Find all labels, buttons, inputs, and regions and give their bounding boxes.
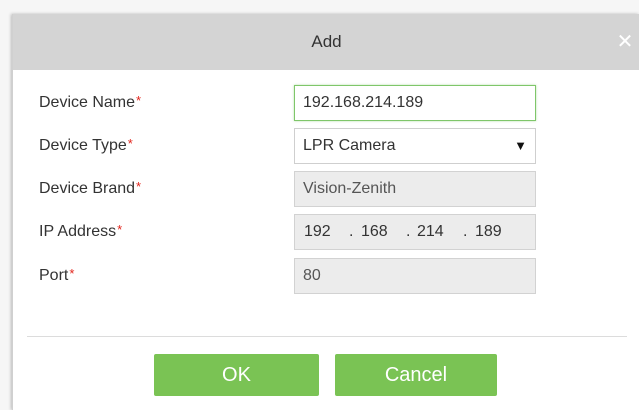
ip-separator: . xyxy=(349,223,354,240)
dialog-title: Add xyxy=(311,32,342,51)
device-name-label-text: Device Name xyxy=(39,94,136,111)
ip-address-field: 192 . 168 . 214 . 189 xyxy=(294,214,536,250)
required-marker: * xyxy=(69,266,75,281)
required-marker: * xyxy=(117,222,123,237)
ip-address-row: IP Address* 192 . 168 . 214 . 189 xyxy=(39,214,619,250)
required-marker: * xyxy=(127,136,133,151)
device-name-input[interactable]: 192.168.214.189 xyxy=(294,85,536,121)
ip-octet-2: 168 xyxy=(361,223,388,240)
device-brand-field: Vision-Zenith xyxy=(294,171,536,207)
device-type-label: Device Type* xyxy=(39,128,133,164)
ip-address-label: IP Address* xyxy=(39,214,122,250)
ip-octet-4: 189 xyxy=(475,223,502,240)
footer-divider xyxy=(27,336,627,337)
ip-separator: . xyxy=(406,223,411,240)
close-icon[interactable]: ✕ xyxy=(614,31,636,53)
ok-button[interactable]: OK xyxy=(154,354,319,396)
chevron-down-icon[interactable]: ▼ xyxy=(514,129,527,163)
ip-separator: . xyxy=(463,223,468,240)
device-type-select[interactable]: LPR Camera ▼ xyxy=(294,128,536,164)
device-type-label-text: Device Type xyxy=(39,137,127,154)
device-name-label: Device Name* xyxy=(39,85,141,121)
device-type-value: LPR Camera xyxy=(303,137,396,154)
cancel-button[interactable]: Cancel xyxy=(335,354,497,396)
required-marker: * xyxy=(136,93,142,108)
device-type-row: Device Type* LPR Camera ▼ xyxy=(39,128,619,164)
device-brand-row: Device Brand* Vision-Zenith xyxy=(39,171,619,207)
dialog-titlebar: Add ✕ xyxy=(13,14,639,70)
ip-address-label-text: IP Address xyxy=(39,223,117,240)
port-label: Port* xyxy=(39,258,74,294)
port-field: 80 xyxy=(294,258,536,294)
port-label-text: Port xyxy=(39,267,69,284)
required-marker: * xyxy=(136,179,142,194)
add-device-dialog: Add ✕ Device Name* 192.168.214.189 Devic… xyxy=(12,14,639,410)
device-name-row: Device Name* 192.168.214.189 xyxy=(39,85,619,121)
device-brand-label: Device Brand* xyxy=(39,171,141,207)
device-brand-label-text: Device Brand xyxy=(39,180,136,197)
ip-octet-3: 214 xyxy=(417,223,444,240)
port-row: Port* 80 xyxy=(39,258,619,294)
ip-octet-1: 192 xyxy=(304,223,331,240)
screen: Add ✕ Device Name* 192.168.214.189 Devic… xyxy=(0,0,639,410)
